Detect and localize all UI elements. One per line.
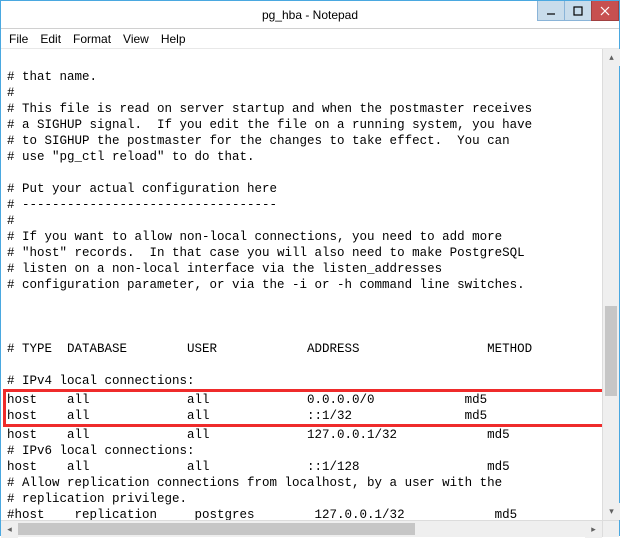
text-line: host all all 127.0.0.1/32 md5 xyxy=(7,428,510,442)
text-line: host all all ::1/32 md5 xyxy=(7,409,487,423)
window-title: pg_hba - Notepad xyxy=(1,8,619,22)
text-line: # ---------------------------------- xyxy=(7,198,277,212)
text-line: # "host" records. In that case you will … xyxy=(7,246,525,260)
scroll-thumb[interactable] xyxy=(18,523,415,535)
menu-format[interactable]: Format xyxy=(73,32,111,46)
text-line: # This file is read on server startup an… xyxy=(7,102,532,116)
scroll-track[interactable] xyxy=(18,521,585,537)
editor-area: # that name. # # This file is read on se… xyxy=(1,49,619,537)
minimize-button[interactable] xyxy=(537,1,565,21)
scroll-down-icon[interactable]: ▾ xyxy=(603,503,620,520)
text-line: # Allow replication connections from loc… xyxy=(7,476,502,490)
text-editor[interactable]: # that name. # # This file is read on se… xyxy=(1,49,602,520)
text-line: # replication privilege. xyxy=(7,492,187,506)
menu-view[interactable]: View xyxy=(123,32,149,46)
text-line: # to SIGHUP the postmaster for the chang… xyxy=(7,134,510,148)
maximize-button[interactable] xyxy=(564,1,592,21)
text-line: # use "pg_ctl reload" to do that. xyxy=(7,150,255,164)
vertical-scrollbar[interactable]: ▴ ▾ xyxy=(602,49,619,520)
scroll-up-icon[interactable]: ▴ xyxy=(603,49,620,66)
text-line: # IPv6 local connections: xyxy=(7,444,195,458)
window-controls xyxy=(538,1,619,21)
horizontal-scrollbar[interactable]: ◂ ▸ xyxy=(1,520,602,537)
text-line: # xyxy=(7,86,15,100)
text-line: # configuration parameter, or via the -i… xyxy=(7,278,525,292)
text-line: # IPv4 local connections: xyxy=(7,374,195,388)
text-line: # that name. xyxy=(7,70,97,84)
title-bar: pg_hba - Notepad xyxy=(1,1,619,29)
menu-bar: File Edit Format View Help xyxy=(1,29,619,49)
scroll-thumb[interactable] xyxy=(605,306,617,396)
text-line: host all all 0.0.0.0/0 md5 xyxy=(7,393,487,407)
text-line: # a SIGHUP signal. If you edit the file … xyxy=(7,118,532,132)
menu-edit[interactable]: Edit xyxy=(40,32,61,46)
menu-help[interactable]: Help xyxy=(161,32,186,46)
scroll-right-icon[interactable]: ▸ xyxy=(585,521,602,538)
text-line: #host replication postgres 127.0.0.1/32 … xyxy=(7,508,517,520)
text-line: # Put your actual configuration here xyxy=(7,182,277,196)
scroll-left-icon[interactable]: ◂ xyxy=(1,521,18,538)
text-line: # TYPE DATABASE USER ADDRESS METHOD xyxy=(7,342,532,356)
menu-file[interactable]: File xyxy=(9,32,28,46)
close-button[interactable] xyxy=(591,1,619,21)
scroll-corner xyxy=(602,520,619,537)
highlighted-region: host all all 0.0.0.0/0 md5 host all all … xyxy=(3,389,602,427)
text-line: # listen on a non-local interface via th… xyxy=(7,262,442,276)
scroll-track[interactable] xyxy=(603,66,619,503)
text-line: host all all ::1/128 md5 xyxy=(7,460,510,474)
text-line: # If you want to allow non-local connect… xyxy=(7,230,502,244)
text-line: # xyxy=(7,214,15,228)
